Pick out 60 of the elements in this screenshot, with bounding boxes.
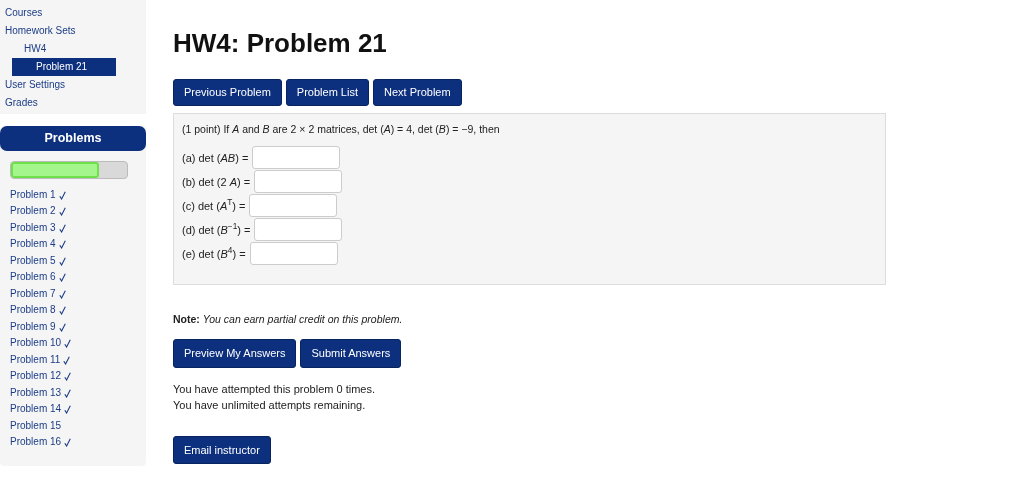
panel-heading: Problems (0, 126, 146, 151)
problem-link[interactable]: Problem 4 (0, 236, 146, 253)
problem-label: Problem 8 (10, 303, 56, 318)
problem-link[interactable]: Problem 14 (0, 401, 146, 418)
attempts-text: You have unlimited attempts remaining. (173, 397, 367, 413)
problem-label: Problem 3 (10, 220, 56, 235)
problem-link[interactable]: Problem 8 (0, 302, 146, 319)
problem-link[interactable]: Problem 11 (0, 351, 146, 369)
problem-link[interactable]: Problem 3 (0, 219, 146, 237)
problem-link[interactable]: Problem 9 (0, 318, 146, 336)
nav-link[interactable]: Homework Sets (0, 22, 146, 40)
problem-link[interactable]: Problem 10 (0, 335, 146, 352)
part-label: (d) det (B$^{−1}$) = (182, 221, 251, 238)
part-label: (b) det (2 A) = (182, 174, 251, 190)
part-label: (c) det (A$^{T}$) = (182, 197, 246, 214)
problem-label: Problem 6 (10, 270, 56, 285)
problem-link[interactable]: Problem 5 (0, 252, 146, 270)
problem-label: Problem 4 (10, 237, 56, 252)
problem-link[interactable]: Problem 7 (0, 285, 146, 303)
answer-button[interactable]: Submit Answers (300, 339, 402, 368)
problem-label: Problem 1 (10, 187, 56, 202)
nav-button[interactable]: Problem List (285, 79, 369, 106)
problem-label: Problem 2 (10, 204, 56, 219)
answer-field[interactable] (249, 194, 338, 218)
problem-link[interactable]: Problem 16 (0, 434, 146, 451)
answer-field[interactable] (254, 218, 343, 242)
problem-label: Problem 13 (10, 385, 62, 400)
problem-label: Problem 7 (10, 286, 56, 301)
part-label: (e) det (B$^{4}$) = (182, 245, 246, 262)
nav-button[interactable]: Next Problem (372, 79, 462, 106)
nav-link[interactable]: User Settings (0, 76, 146, 94)
problem-link[interactable]: Problem 6 (0, 269, 146, 286)
nav-button[interactable]: Previous Problem (173, 79, 282, 106)
page-title: HW4: Problem 21 (173, 27, 388, 60)
answer-button[interactable]: Preview My Answers (173, 339, 297, 368)
part-label: (a) det (AB) = (182, 150, 249, 166)
problem-label: Problem 12 (10, 369, 62, 384)
nav-link[interactable]: Grades (0, 94, 146, 112)
problem-label: Problem 10 (10, 336, 62, 351)
attempts-text: You have attempted this problem 0 times. (173, 381, 376, 397)
answer-field[interactable] (252, 146, 341, 170)
problem-statement: (1 point) If A and B are 2 × 2 matrices, det (A) = 4, det (B) = −9, then (182, 121, 501, 137)
nav-link[interactable]: Courses (0, 4, 146, 22)
problem-link[interactable]: Problem 12 (0, 368, 146, 385)
problem-label: Problem 16 (10, 435, 62, 450)
problem-link[interactable]: Problem 13 (0, 384, 146, 402)
problem-label: Problem 5 (10, 253, 56, 268)
problem-label: Problem 14 (10, 402, 62, 417)
nav-link[interactable]: HW4 (12, 40, 116, 58)
problem-link[interactable]: Problem 1 (0, 186, 146, 204)
problem-link[interactable]: Problem 15 (0, 417, 146, 435)
nav-link[interactable]: Problem 21 (12, 58, 116, 76)
answer-field[interactable] (249, 242, 338, 266)
email-button[interactable]: Email instructor (173, 435, 271, 465)
note-text: Note: You can earn partial credit on this problem. (173, 311, 404, 327)
problem-label: Problem 9 (10, 319, 56, 334)
problem-label: Problem 15 (10, 418, 62, 433)
problem-label: Problem 11 (10, 352, 61, 367)
problem-link[interactable]: Problem 2 (0, 203, 146, 220)
answer-field[interactable] (254, 170, 343, 194)
